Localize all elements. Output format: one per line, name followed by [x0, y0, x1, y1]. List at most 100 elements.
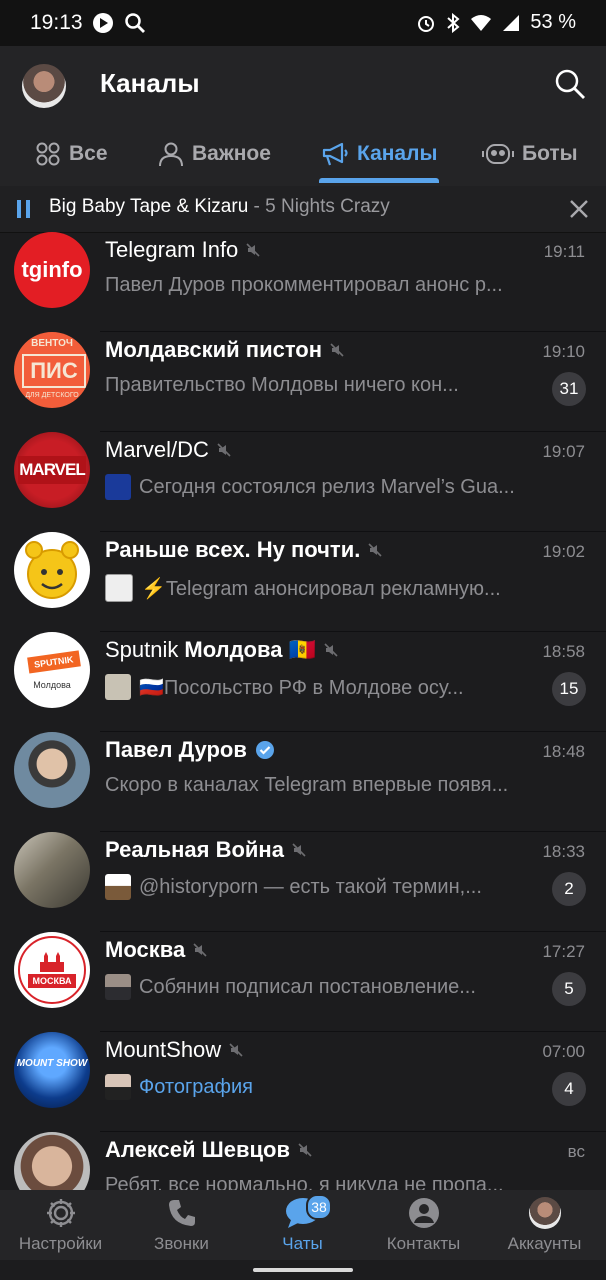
music-player-bar[interactable]: Big Baby Tape & Kizaru - 5 Nights Crazy — [0, 186, 606, 233]
chat-row[interactable]: Раньше всех. Ну почти. 19:02 ⚡Telegram а… — [0, 532, 606, 632]
close-icon[interactable] — [568, 198, 590, 220]
chat-row[interactable]: Алексей Шевцов вс Ребят, все нормально, … — [0, 1132, 606, 1190]
tab-important[interactable]: Важное — [158, 126, 271, 182]
signal-icon — [503, 14, 520, 31]
channel-avatar — [14, 1132, 90, 1190]
chat-name: Реальная Война — [105, 837, 284, 862]
channel-avatar: tginfo — [14, 232, 90, 308]
channel-avatar: MOUNT SHOW — [14, 1032, 90, 1108]
channel-avatar: MARVEL — [14, 432, 90, 508]
nav-unread-badge: 38 — [306, 1194, 332, 1220]
nav-label: Аккаунты — [507, 1234, 582, 1253]
mute-icon — [229, 1043, 243, 1057]
nav-label: Настройки — [18, 1234, 103, 1253]
media-thumbnail — [105, 474, 131, 500]
active-tab-indicator — [319, 178, 439, 183]
unread-badge: 15 — [552, 672, 586, 706]
chat-preview: Правительство Молдовы ничего кон... — [105, 374, 459, 396]
unread-badge: 5 — [552, 972, 586, 1006]
mute-icon — [324, 643, 338, 657]
pause-icon[interactable] — [17, 200, 31, 218]
chat-time: 18:48 — [542, 742, 585, 761]
mute-icon — [292, 843, 306, 857]
chat-preview: Павел Дуров прокомментировал анонс р... — [105, 274, 503, 296]
nav-label: Чаты — [282, 1234, 323, 1253]
nav-calls[interactable]: Звонки — [121, 1196, 242, 1254]
tab-label: Каналы — [357, 142, 438, 165]
chat-preview: @historyporn — есть такой термин,... — [139, 875, 482, 898]
play-icon — [93, 13, 113, 33]
media-thumbnail — [105, 574, 133, 602]
channel-avatar — [14, 532, 90, 608]
page-title: Каналы — [100, 68, 200, 98]
chat-list: tginfo Telegram Info 19:11 Павел Дуров п… — [0, 232, 606, 1190]
chat-name: Молдова 🇲🇩 — [184, 637, 316, 662]
chat-row[interactable]: SPUTNIK Молдова Sputnik Молдова 🇲🇩 18:58 … — [0, 632, 606, 732]
nav-contacts[interactable]: Контакты — [363, 1196, 484, 1254]
chat-name: Telegram Info — [105, 237, 239, 262]
chat-time: 07:00 — [542, 1042, 585, 1061]
tab-all[interactable]: Все — [35, 126, 108, 182]
channel-avatar — [14, 832, 90, 908]
account-avatar — [528, 1197, 561, 1229]
chat-time: 17:27 — [542, 942, 585, 961]
unread-badge: 4 — [552, 1072, 586, 1106]
unread-badge: 31 — [552, 372, 586, 406]
chat-row[interactable]: MOUNT SHOW MountShow 07:00 Фотография 4 — [0, 1032, 606, 1132]
media-thumbnail — [105, 874, 131, 900]
avatar-logo-text: tginfo — [21, 257, 83, 282]
bot-icon — [482, 144, 514, 164]
tab-bots[interactable]: Боты — [482, 126, 578, 182]
avatar-logo-text: МОСКВА — [28, 974, 76, 988]
channel-avatar: SPUTNIK Молдова — [14, 632, 90, 708]
search-icon — [125, 13, 145, 33]
avatar-logo-text: ДЛЯ ДЕТСКОГО — [25, 392, 79, 399]
chat-name: Marvel/DC — [105, 437, 209, 462]
mute-icon — [193, 943, 207, 957]
battery-level: 53 % — [530, 11, 576, 33]
chat-time: 19:10 — [542, 342, 585, 361]
person-icon — [159, 142, 183, 167]
chat-row[interactable]: MARVEL Marvel/DC 19:07 Сегодня состоялся… — [0, 432, 606, 532]
wifi-icon — [471, 14, 492, 31]
chat-time: 19:02 — [542, 542, 585, 561]
nav-chats[interactable]: 38 Чаты — [242, 1194, 363, 1254]
nav-label: Звонки — [154, 1234, 209, 1253]
chat-name: Раньше всех. Ну почти. — [105, 537, 361, 562]
nav-settings[interactable]: Настройки — [0, 1196, 121, 1254]
tab-label: Важное — [192, 142, 271, 165]
chat-preview: Собянин подписал постановление... — [139, 975, 476, 998]
nav-accounts[interactable]: Аккаунты — [484, 1196, 605, 1254]
chat-time: 18:58 — [542, 642, 585, 661]
chat-row[interactable]: Реальная Война 18:33 @historyporn — есть… — [0, 832, 606, 932]
nav-label: Контакты — [386, 1234, 461, 1253]
chat-row[interactable]: Павел Дуров 18:48 Скоро в каналах Telegr… — [0, 732, 606, 832]
account-avatar[interactable] — [22, 64, 66, 108]
channel-avatar — [14, 732, 90, 808]
megaphone-icon — [322, 142, 348, 166]
chat-name: Молдавский пистон — [105, 337, 323, 362]
gear-icon — [46, 1199, 75, 1227]
media-thumbnail — [105, 674, 131, 700]
chat-preview: ⚡Telegram анонсировал рекламную... — [141, 577, 501, 600]
status-time: 19:13 — [30, 11, 83, 34]
media-thumbnail — [105, 974, 131, 1000]
alarm-icon — [418, 15, 435, 32]
app-bar: Каналы Все Важное Каналы Боты — [0, 46, 606, 186]
tab-channels[interactable]: Каналы — [321, 126, 437, 182]
track-artist: Big Baby Tape & Kizaru — [49, 196, 249, 217]
kremlin-icon — [40, 952, 64, 972]
chat-row[interactable]: МОСКВА Москва 17:27 Собянин подписал пос… — [0, 932, 606, 1032]
unread-badge: 2 — [552, 872, 586, 906]
verified-icon — [255, 741, 274, 759]
track-separator: - — [248, 196, 266, 217]
contact-icon — [408, 1198, 439, 1228]
chat-row[interactable]: tginfo Telegram Info 19:11 Павел Дуров п… — [0, 232, 606, 332]
avatar-logo-text: SPUTNIK — [27, 650, 81, 674]
chat-row[interactable]: ВЕНТОЧ ПИС ДЛЯ ДЕТСКОГО Молдавский писто… — [0, 332, 606, 432]
search-icon[interactable] — [552, 66, 588, 102]
bluetooth-icon — [447, 12, 460, 33]
chat-preview: Фотография — [139, 1075, 253, 1098]
home-indicator[interactable] — [0, 1260, 606, 1280]
channel-avatar: ВЕНТОЧ ПИС ДЛЯ ДЕТСКОГО — [14, 332, 90, 408]
